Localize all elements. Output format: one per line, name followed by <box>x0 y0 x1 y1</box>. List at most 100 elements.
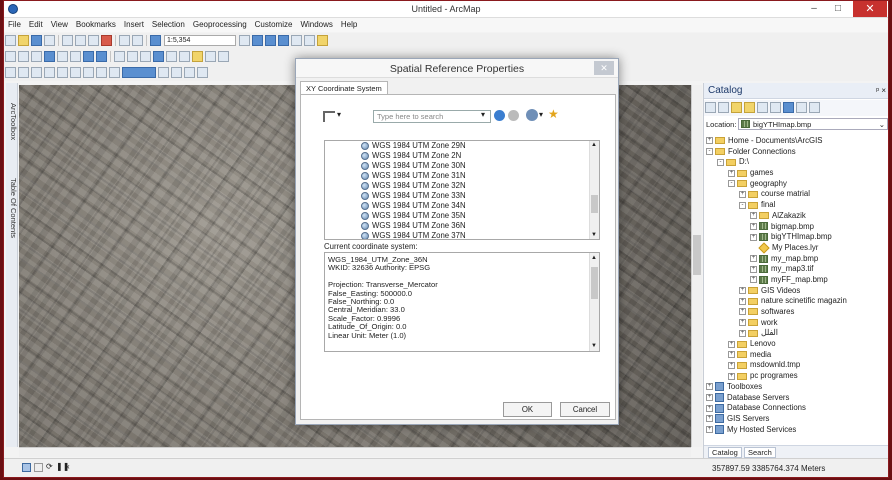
redo-icon[interactable] <box>132 35 143 46</box>
expand-toggle-icon[interactable]: + <box>728 340 735 348</box>
catalog-tree-item[interactable]: - final <box>706 200 888 211</box>
catalog-tree-item[interactable]: + work <box>706 318 888 329</box>
catalog-tree-item[interactable]: + softwares <box>706 307 888 318</box>
search-window-icon[interactable] <box>278 35 289 46</box>
globe-icon[interactable] <box>526 109 538 121</box>
close-button[interactable]: ✕ <box>853 1 887 17</box>
catalog-tree-item[interactable]: + GIS Servers <box>706 414 888 425</box>
coordinate-system-item[interactable]: WGS 1984 UTM Zone 33N <box>325 191 599 201</box>
expand-toggle-icon[interactable]: - <box>728 180 735 188</box>
catalog-tree-item[interactable]: - Folder Connections <box>706 147 888 158</box>
full-extent-icon[interactable] <box>44 51 55 62</box>
map-vertical-scrollbar[interactable] <box>691 85 702 447</box>
catalog-tree-item[interactable]: - geography <box>706 179 888 190</box>
measure-icon[interactable] <box>192 51 203 62</box>
chevron-down-icon[interactable]: ▾ <box>539 110 543 119</box>
filter-icon[interactable] <box>323 111 335 122</box>
scrollbar-thumb[interactable] <box>693 235 701 275</box>
search-icon[interactable] <box>494 110 505 121</box>
paste-icon[interactable] <box>88 35 99 46</box>
expand-toggle-icon[interactable]: + <box>728 351 735 359</box>
catalog-tree-item[interactable]: + bigmap.bmp <box>706 222 888 233</box>
copy-icon[interactable] <box>75 35 86 46</box>
scrollbar-thumb[interactable] <box>591 267 598 299</box>
expand-toggle-icon[interactable]: + <box>739 308 746 316</box>
catalog-tree-item[interactable]: + Lenovo <box>706 339 888 350</box>
python-icon[interactable] <box>304 35 315 46</box>
cut-icon[interactable] <box>62 35 73 46</box>
zoom-in-icon[interactable] <box>5 51 16 62</box>
expand-toggle-icon[interactable]: - <box>717 158 724 166</box>
ok-button[interactable]: OK <box>503 402 552 417</box>
menu-geoprocessing[interactable]: Geoprocessing <box>189 18 251 29</box>
menu-help[interactable]: Help <box>337 18 361 29</box>
catalog-tree-item[interactable]: + bigYTHImap.bmp <box>706 232 888 243</box>
list-scrollbar[interactable]: ▲ ▼ <box>589 141 599 239</box>
coordinate-system-item[interactable]: WGS 1984 UTM Zone 37N <box>325 231 599 239</box>
scrollbar-thumb[interactable] <box>591 195 598 213</box>
scroll-up-icon[interactable]: ▲ <box>591 254 597 262</box>
catalog-tree-item[interactable]: + nature scinetific magazin <box>706 296 888 307</box>
expand-toggle-icon[interactable]: + <box>706 383 713 391</box>
draw-tool-icon[interactable] <box>184 67 195 78</box>
add-data-icon[interactable] <box>150 35 161 46</box>
add-favorite-icon[interactable]: ★ <box>548 107 559 121</box>
find-icon[interactable] <box>205 51 216 62</box>
model-builder-icon[interactable] <box>317 35 328 46</box>
fill-color-icon[interactable] <box>122 67 156 78</box>
catalog-tree-item[interactable]: + games <box>706 168 888 179</box>
catalog-tree-item[interactable]: + AlZakazik <box>706 211 888 222</box>
draw-tool-icon[interactable] <box>18 67 29 78</box>
coordinate-system-item[interactable]: WGS 1984 UTM Zone 34N <box>325 201 599 211</box>
expand-toggle-icon[interactable]: - <box>739 201 746 209</box>
expand-toggle-icon[interactable]: + <box>706 415 713 423</box>
chevron-down-icon[interactable]: ▾ <box>337 110 341 119</box>
expand-toggle-icon[interactable]: + <box>750 276 757 284</box>
menu-bookmarks[interactable]: Bookmarks <box>72 18 120 29</box>
new-document-icon[interactable] <box>5 35 16 46</box>
hyperlink-icon[interactable] <box>166 51 177 62</box>
layout-view-icon[interactable] <box>34 463 43 472</box>
html-popup-icon[interactable] <box>179 51 190 62</box>
draw-tool-icon[interactable] <box>197 67 208 78</box>
save-icon[interactable] <box>31 35 42 46</box>
coordinate-system-item[interactable]: WGS 1984 UTM Zone 2N <box>325 151 599 161</box>
views-icon[interactable] <box>770 102 781 113</box>
draw-tool-icon[interactable] <box>44 67 55 78</box>
expand-toggle-icon[interactable]: - <box>706 148 713 156</box>
catalog-tree-item[interactable]: + myFF_map.bmp <box>706 275 888 286</box>
catalog-tree-item[interactable]: - D:\ <box>706 157 888 168</box>
coordinate-system-item[interactable]: WGS 1984 UTM Zone 36N <box>325 221 599 231</box>
delete-icon[interactable] <box>101 35 112 46</box>
catalog-window-icon[interactable] <box>265 35 276 46</box>
zoom-out-icon[interactable] <box>18 51 29 62</box>
pan-icon[interactable] <box>31 51 42 62</box>
catalog-tree-item[interactable]: + Toolboxes <box>706 382 888 393</box>
print-icon[interactable] <box>44 35 55 46</box>
menu-view[interactable]: View <box>47 18 72 29</box>
arctoolbox-tab[interactable]: ArcToolbox <box>6 87 18 157</box>
expand-toggle-icon[interactable]: + <box>706 137 713 145</box>
expand-toggle-icon[interactable]: + <box>750 233 757 241</box>
menu-windows[interactable]: Windows <box>296 18 336 29</box>
expand-toggle-icon[interactable]: + <box>728 169 735 177</box>
minimize-button[interactable]: – <box>804 2 824 16</box>
draw-tool-icon[interactable] <box>57 67 68 78</box>
expand-toggle-icon[interactable]: + <box>739 329 746 337</box>
catalog-tree-item[interactable]: + Database Servers <box>706 393 888 404</box>
catalog-tree-item[interactable]: + my_map.bmp <box>706 254 888 265</box>
menu-insert[interactable]: Insert <box>120 18 148 29</box>
catalog-tree-item[interactable]: + Home - Documents\ArcGIS <box>706 136 888 147</box>
chevron-down-icon[interactable]: ⌄ <box>879 119 885 130</box>
menu-file[interactable]: File <box>4 18 25 29</box>
details-scrollbar[interactable]: ▲ ▼ <box>589 253 599 351</box>
disconnect-folder-icon[interactable] <box>757 102 768 113</box>
table-of-contents-icon[interactable] <box>252 35 263 46</box>
catalog-tree-item[interactable]: My Places.lyr <box>706 242 888 254</box>
expand-toggle-icon[interactable]: + <box>739 319 746 327</box>
cancel-button[interactable]: Cancel <box>560 402 610 417</box>
expand-toggle-icon[interactable]: + <box>739 297 746 305</box>
expand-toggle-icon[interactable]: + <box>750 255 757 262</box>
data-view-icon[interactable] <box>22 463 31 472</box>
scroll-left-icon[interactable]: ‹ <box>67 462 70 471</box>
